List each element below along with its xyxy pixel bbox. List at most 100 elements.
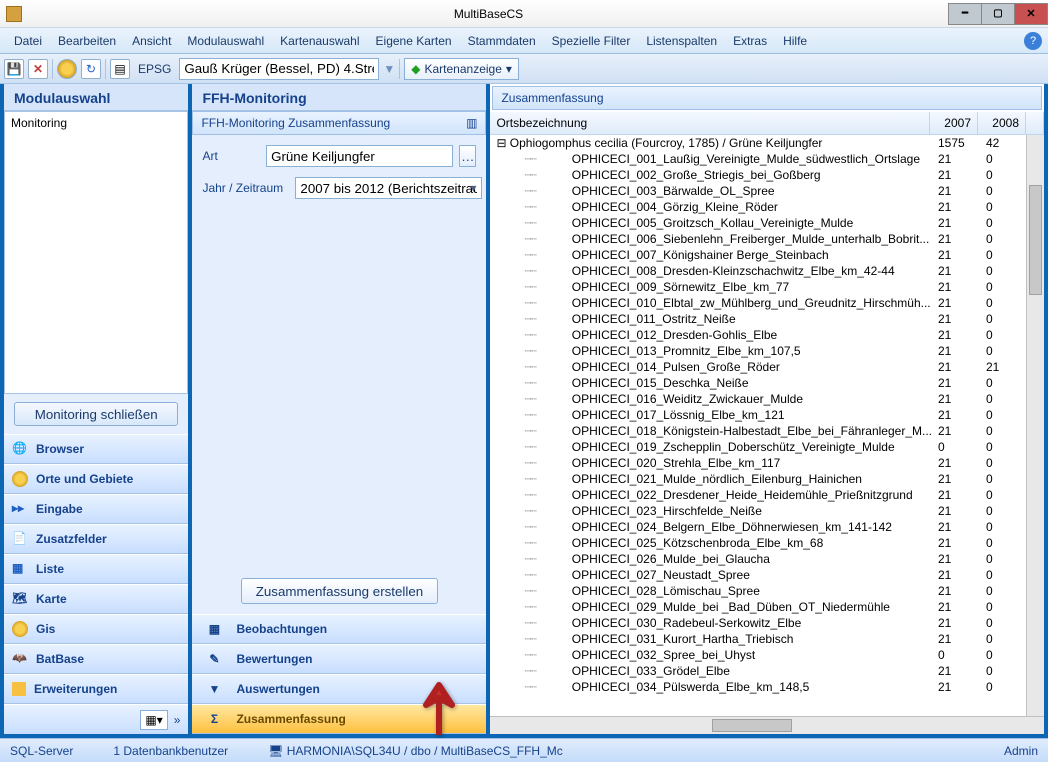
table-row[interactable]: OPHICECI_023_Hirschfelde_Neiße210 (490, 503, 1044, 519)
config-icon[interactable]: ▦▾ (140, 710, 167, 730)
maximize-button[interactable] (981, 3, 1015, 25)
table-row[interactable]: OPHICECI_013_Promnitz_Elbe_km_107,5210 (490, 343, 1044, 359)
table-row[interactable]: OPHICECI_026_Mulde_bei_Glaucha210 (490, 551, 1044, 567)
table-row[interactable]: OPHICECI_028_Lömischau_Spree210 (490, 583, 1044, 599)
close-monitoring-button[interactable]: Monitoring schließen (14, 402, 178, 426)
status-conn: 🖥 HARMONIA\SQL34U / dbo / MultiBaseCS_FF… (268, 744, 563, 758)
tab-bewertungen[interactable]: ✎Bewertungen (192, 644, 486, 674)
delete-icon[interactable]: ✕ (28, 59, 48, 79)
table-row[interactable]: OPHICECI_015_Deschka_Neiße210 (490, 375, 1044, 391)
nav-zusatzfelder[interactable]: 📄Zusatzfelder (4, 524, 188, 554)
table-row[interactable]: OPHICECI_012_Dresden-Gohlis_Elbe210 (490, 327, 1044, 343)
globe-small-icon (12, 471, 28, 487)
menu-kartenauswahl[interactable]: Kartenauswahl (272, 31, 367, 51)
table-row[interactable]: OPHICECI_031_Kurort_Hartha_Triebisch210 (490, 631, 1044, 647)
refresh-icon[interactable]: ↻ (81, 59, 101, 79)
table-row[interactable]: OPHICECI_030_Radebeul-Serkowitz_Elbe210 (490, 615, 1044, 631)
close-button[interactable] (1014, 3, 1048, 25)
nav-orte[interactable]: Orte und Gebiete (4, 464, 188, 494)
table-row[interactable]: OPHICECI_033_Grödel_Elbe210 (490, 663, 1044, 679)
table-row[interactable]: OPHICECI_008_Dresden-Kleinzschachwitz_El… (490, 263, 1044, 279)
table-row[interactable]: OPHICECI_019_Zschepplin_Doberschütz_Vere… (490, 439, 1044, 455)
grid-icon: ▦ (206, 622, 222, 636)
grid-header: Ortsbezeichnung 2007 2008 (490, 112, 1044, 135)
sigma-icon: Σ (206, 712, 222, 726)
projection-select[interactable] (179, 58, 379, 80)
table-row[interactable]: OPHICECI_034_Pülswerda_Elbe_km_148,5210 (490, 679, 1044, 695)
ext-icon (12, 682, 26, 696)
table-row[interactable]: OPHICECI_014_Pulsen_Große_Röder2121 (490, 359, 1044, 375)
nav-browser[interactable]: 🌐Browser (4, 434, 188, 464)
minimize-button[interactable] (948, 3, 982, 25)
col-2008[interactable]: 2008 (978, 112, 1026, 134)
nav-erweiterungen[interactable]: Erweiterungen (4, 674, 188, 704)
module-tree[interactable]: Monitoring (4, 111, 188, 394)
table-row[interactable]: OPHICECI_018_Königstein-Halbestadt_Elbe_… (490, 423, 1044, 439)
tab-auswertungen[interactable]: ▼Auswertungen (192, 674, 486, 704)
menu-hilfe[interactable]: Hilfe (775, 31, 815, 51)
table-row-parent[interactable]: ⊟ Ophiogomphus cecilia (Fourcroy, 1785) … (490, 135, 1044, 151)
art-input[interactable] (266, 145, 453, 167)
table-row[interactable]: OPHICECI_024_Belgern_Elbe_Döhnerwiesen_k… (490, 519, 1044, 535)
table-row[interactable]: OPHICECI_004_Görzig_Kleine_Röder210 (490, 199, 1044, 215)
table-row[interactable]: OPHICECI_010_Elbtal_zw_Mühlberg_und_Greu… (490, 295, 1044, 311)
table-row[interactable]: OPHICECI_027_Neustadt_Spree210 (490, 567, 1044, 583)
menu-listenspalten[interactable]: Listenspalten (638, 31, 725, 51)
tab-zusammenfassung[interactable]: ΣZusammenfassung (192, 704, 486, 734)
table-row[interactable]: OPHICECI_003_Bärwalde_OL_Spree210 (490, 183, 1044, 199)
menu-eigene-karten[interactable]: Eigene Karten (368, 31, 460, 51)
table-row[interactable]: OPHICECI_016_Weiditz_Zwickauer_Mulde210 (490, 391, 1044, 407)
panel-menu-icon[interactable]: ▥ (466, 116, 477, 130)
table-row[interactable]: OPHICECI_021_Mulde_nördlich_Eilenburg_Ha… (490, 471, 1044, 487)
map-icon: 🗺 (12, 591, 28, 607)
table-row[interactable]: OPHICECI_009_Sörnewitz_Elbe_km_77210 (490, 279, 1044, 295)
save-icon[interactable]: 💾 (4, 59, 24, 79)
help-icon[interactable]: ? (1024, 32, 1042, 50)
toolbar: 💾 ✕ ↻ ▤ EPSG ▼ ◆ Kartenanzeige ▾ (0, 54, 1048, 84)
modulauswahl-title: Modulauswahl (4, 84, 188, 111)
table-row[interactable]: OPHICECI_011_Ostritz_Neiße210 (490, 311, 1044, 327)
nav-gis[interactable]: Gis (4, 614, 188, 644)
table-row[interactable]: OPHICECI_022_Dresdener_Heide_Heidemühle_… (490, 487, 1044, 503)
menu-modulauswahl[interactable]: Modulauswahl (179, 31, 272, 51)
nav-karte[interactable]: 🗺Karte (4, 584, 188, 614)
input-icon: ▸▸ (12, 501, 28, 517)
status-server: SQL-Server (10, 744, 73, 758)
tree-node-monitoring[interactable]: Monitoring (7, 114, 185, 132)
art-lookup-button[interactable]: … (459, 145, 476, 167)
table-row[interactable]: OPHICECI_020_Strehla_Elbe_km_117210 (490, 455, 1044, 471)
table-row[interactable]: OPHICECI_029_Mulde_bei _Bad_Düben_OT_Nie… (490, 599, 1044, 615)
globe-icon[interactable] (57, 59, 77, 79)
chevron-down-icon[interactable]: ▾ (470, 181, 476, 195)
table-row[interactable]: OPHICECI_017_Lössnig_Elbe_km_121210 (490, 407, 1044, 423)
table-row[interactable]: OPHICECI_002_Große_Striegis_bei_Goßberg2… (490, 167, 1044, 183)
horizontal-scrollbar[interactable] (490, 716, 1044, 734)
nav-eingabe[interactable]: ▸▸Eingabe (4, 494, 188, 524)
layer-icon[interactable]: ▤ (110, 59, 130, 79)
table-row[interactable]: OPHICECI_006_Siebenlehn_Freiberger_Mulde… (490, 231, 1044, 247)
map-display-dropdown[interactable]: ◆ Kartenanzeige ▾ (404, 58, 519, 80)
table-row[interactable]: OPHICECI_005_Groitzsch_Kollau_Vereinigte… (490, 215, 1044, 231)
menu-bearbeiten[interactable]: Bearbeiten (50, 31, 124, 51)
dropdown-icon[interactable]: ▼ (383, 62, 395, 76)
tab-beobachtungen[interactable]: ▦Beobachtungen (192, 614, 486, 644)
menu-ansicht[interactable]: Ansicht (124, 31, 179, 51)
col-2007[interactable]: 2007 (930, 112, 978, 134)
jahr-select[interactable] (295, 177, 482, 199)
table-row[interactable]: OPHICECI_001_Laußig_Vereinigte_Mulde_süd… (490, 151, 1044, 167)
create-summary-button[interactable]: Zusammenfassung erstellen (241, 578, 438, 604)
menu-datei[interactable]: Datei (6, 31, 50, 51)
grid-body[interactable]: ⊟ Ophiogomphus cecilia (Fourcroy, 1785) … (490, 135, 1044, 716)
expand-icon[interactable]: » (174, 713, 181, 727)
vertical-scrollbar[interactable] (1026, 135, 1044, 716)
menu-extras[interactable]: Extras (725, 31, 775, 51)
table-row[interactable]: OPHICECI_007_Königshainer Berge_Steinbac… (490, 247, 1044, 263)
status-user: Admin (1004, 744, 1038, 758)
nav-liste[interactable]: ▦Liste (4, 554, 188, 584)
menu-stammdaten[interactable]: Stammdaten (460, 31, 544, 51)
table-row[interactable]: OPHICECI_032_Spree_bei_Uhyst00 (490, 647, 1044, 663)
nav-batbase[interactable]: 🦇BatBase (4, 644, 188, 674)
col-ortsbezeichnung[interactable]: Ortsbezeichnung (490, 112, 930, 134)
table-row[interactable]: OPHICECI_025_Kötzschenbroda_Elbe_km_6821… (490, 535, 1044, 551)
menu-spezielle-filter[interactable]: Spezielle Filter (544, 31, 639, 51)
